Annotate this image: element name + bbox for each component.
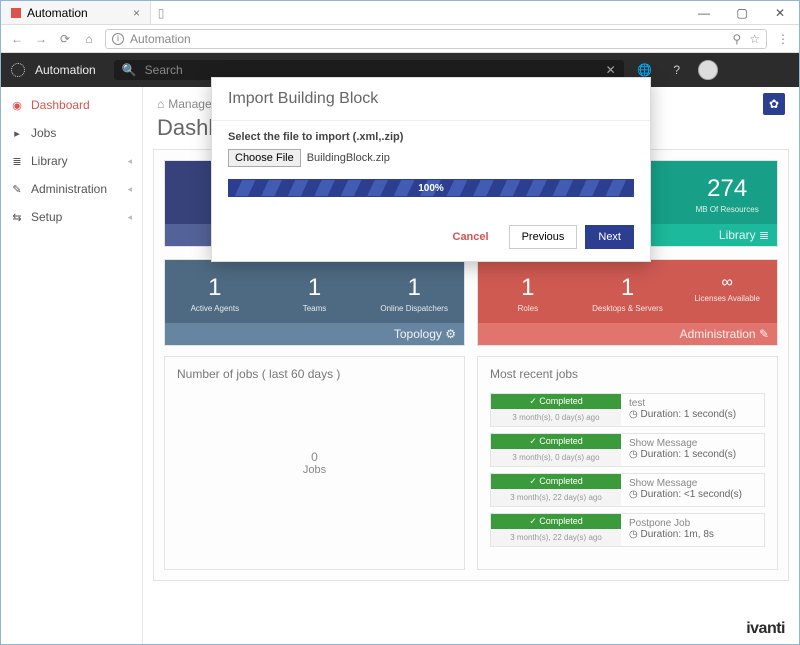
import-modal: Import Building Block Select the file to…	[211, 77, 651, 262]
upload-progress: 100%	[228, 179, 634, 197]
cancel-button[interactable]: Cancel	[441, 225, 501, 249]
browser-window: Automation × ▯ — ▢ ✕ ← → ⟳ ⌂ i Automatio…	[0, 0, 800, 645]
modal-instruction: Select the file to import (.xml,.zip)	[228, 131, 634, 143]
choose-file-button[interactable]: Choose File	[228, 149, 301, 167]
modal-title: Import Building Block	[212, 78, 650, 121]
progress-value: 100%	[418, 183, 444, 194]
next-button[interactable]: Next	[585, 225, 634, 249]
previous-button[interactable]: Previous	[509, 225, 578, 249]
selected-file-name: BuildingBlock.zip	[307, 152, 390, 164]
